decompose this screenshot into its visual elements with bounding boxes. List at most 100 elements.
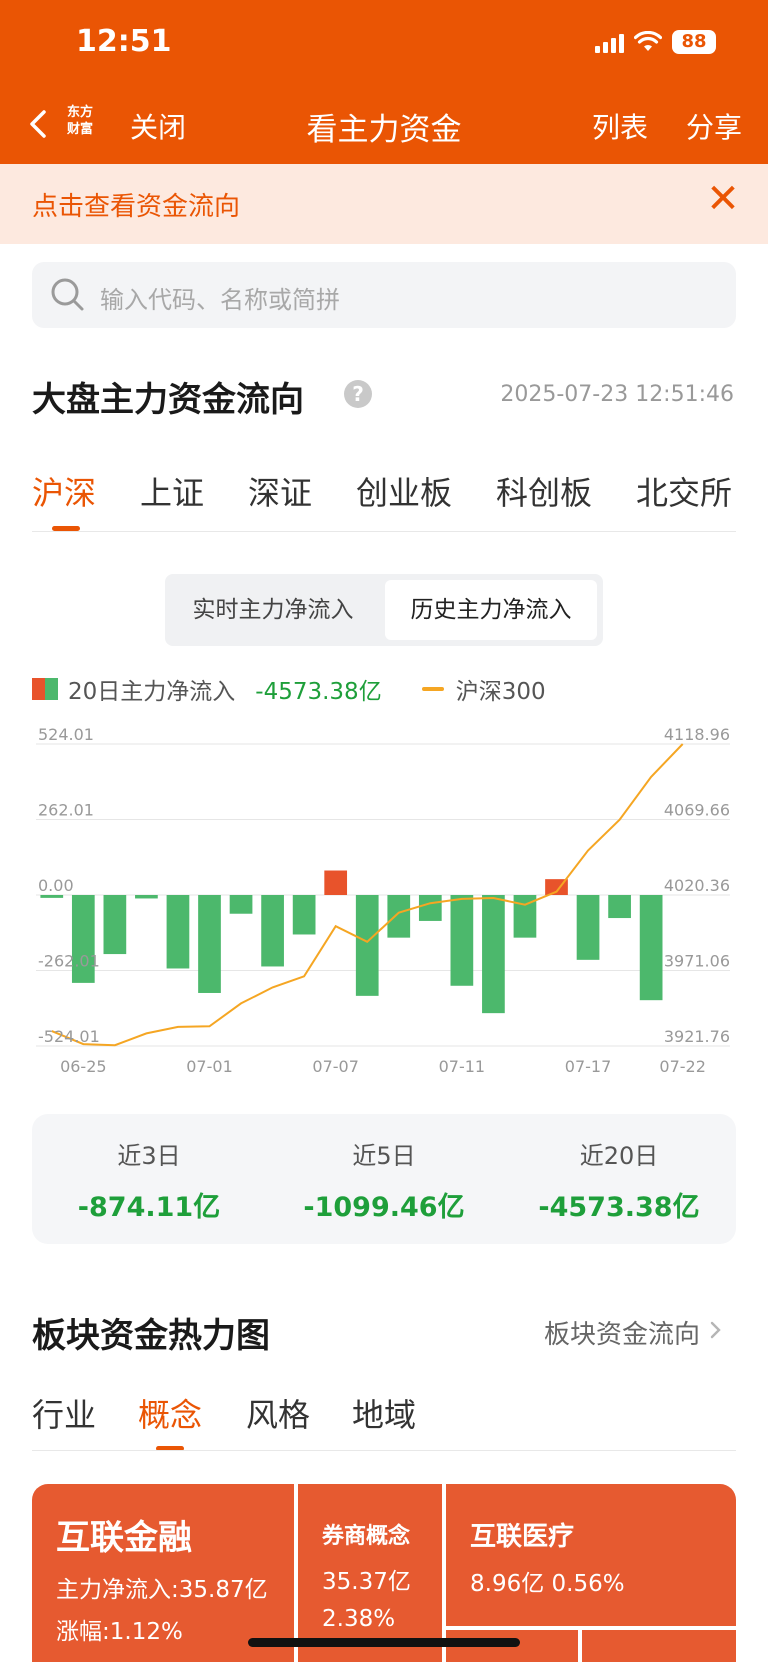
stat-label: 近5日	[352, 1142, 416, 1170]
cell-name: 互联医疗	[470, 1522, 575, 1552]
search-input[interactable]: 输入代码、名称或简拼	[32, 262, 736, 328]
page-title: 看主力资金	[306, 112, 462, 148]
x-tick-label: 07-11	[439, 1057, 486, 1076]
divider	[32, 1450, 736, 1451]
cellular-signal-icon	[595, 31, 624, 53]
cell-name: 互联金融	[56, 1518, 192, 1558]
bar-legend-label: 20日主力净流入	[68, 679, 236, 705]
flow-bar	[261, 895, 284, 967]
period-stats-card: 近3日 -874.11亿 近5日 -1099.46亿 近20日 -4573.38…	[32, 1114, 736, 1244]
nav-bar: 东方 财富 关闭 看主力资金 列表 分享	[0, 96, 768, 152]
x-tick-label: 07-22	[659, 1057, 706, 1076]
tab-shenzheng[interactable]: 深证	[248, 468, 312, 514]
cell-change: 涨幅:1.12%	[56, 1619, 183, 1645]
cell-inflow: 主力净流入:35.87亿	[56, 1577, 268, 1603]
list-button[interactable]: 列表	[592, 106, 648, 146]
app-header: 12:51 88 东方 财富 关闭 看主力资金 列表 分享	[0, 0, 768, 164]
stat-label: 近3日	[117, 1142, 181, 1170]
flow-bar	[387, 895, 411, 938]
market-flow-title: 大盘主力资金流向	[32, 380, 304, 420]
tab-region[interactable]: 地域	[352, 1390, 416, 1436]
bar-legend-value: -4573.38亿	[255, 679, 382, 705]
tab-style[interactable]: 风格	[246, 1390, 310, 1436]
flow-bar	[576, 895, 600, 960]
stat-5day: 近5日 -1099.46亿	[267, 1136, 501, 1224]
home-indicator	[248, 1638, 520, 1647]
sector-heatmap: 互联金融 主力净流入:35.87亿 涨幅:1.12% 券商概念 35.37亿 2…	[32, 1484, 736, 1662]
x-tick-label: 07-17	[565, 1057, 612, 1076]
line-legend-icon	[421, 687, 444, 691]
segment-history[interactable]: 历史主力净流入	[385, 580, 597, 640]
stat-value: -1099.46亿	[303, 1192, 465, 1223]
flow-bar	[608, 895, 631, 919]
cell-change: 2.38%	[322, 1606, 396, 1632]
cell-name: 券商概念	[322, 1524, 411, 1549]
y-right-tick-label: 3921.76	[664, 1027, 730, 1046]
x-tick-label: 06-25	[60, 1057, 107, 1076]
stat-3day: 近3日 -874.11亿	[32, 1136, 266, 1224]
y-left-tick-label: 524.01	[38, 726, 94, 744]
flow-bar	[639, 895, 663, 1001]
heatmap-cell-quanshang[interactable]: 券商概念 35.37亿 2.38%	[298, 1484, 442, 1662]
y-right-tick-label: 4020.36	[664, 876, 730, 895]
stat-20day: 近20日 -4573.38亿	[502, 1136, 736, 1224]
heatmap-cell-hulianyiliao[interactable]: 互联医疗 8.96亿 0.56%	[446, 1484, 736, 1626]
fund-flow-chart[interactable]: 524.01 262.01 0.00 -262.01 -524.01 4118.96 406…	[0, 726, 768, 1086]
y-left-tick-label: 0.00	[38, 876, 74, 895]
bar-legend-icon	[32, 678, 58, 700]
flow-bar	[229, 895, 253, 914]
flow-bar	[418, 895, 442, 921]
share-button[interactable]: 分享	[686, 106, 742, 146]
status-icons: 88	[595, 30, 716, 54]
search-icon	[51, 278, 84, 311]
notice-text[interactable]: 点击查看资金流向	[32, 186, 240, 223]
chevron-right-icon[interactable]	[708, 1318, 724, 1342]
tab-hushen[interactable]: 沪深	[32, 468, 96, 514]
flow-bar	[198, 895, 221, 993]
segment-realtime[interactable]: 实时主力净流入	[171, 580, 375, 640]
stat-label: 近20日	[579, 1142, 659, 1170]
tab-industry[interactable]: 行业	[32, 1390, 96, 1436]
y-right-tick-label: 3971.06	[664, 952, 730, 971]
y-right-tick-label: 4069.66	[664, 801, 730, 820]
cell-inflow: 35.37亿	[322, 1569, 411, 1595]
flow-bar	[355, 895, 379, 996]
divider	[32, 531, 736, 532]
battery-indicator: 88	[672, 30, 716, 54]
close-icon[interactable]: ✕	[706, 179, 740, 219]
sector-flow-link[interactable]: 板块资金流向	[544, 1314, 700, 1351]
update-timestamp: 2025-07-23 12:51:46	[500, 382, 734, 407]
flow-bar	[135, 895, 158, 899]
heatmap-cell[interactable]	[582, 1630, 736, 1662]
notice-banner[interactable]: 点击查看资金流向 ✕	[0, 164, 768, 244]
y-left-tick-label: 262.01	[38, 801, 94, 820]
chart-svg[interactable]: 524.01 262.01 0.00 -262.01 -524.01 4118.96 406…	[0, 726, 768, 1086]
stat-value: -4573.38亿	[538, 1192, 700, 1223]
chart-legend: 20日主力净流入 -4573.38亿 沪深300	[32, 672, 546, 706]
cell-inflow: 8.96亿 0.56%	[470, 1571, 625, 1597]
flow-bar	[450, 895, 474, 986]
heatmap-cell-hulianjinrong[interactable]: 互联金融 主力净流入:35.87亿 涨幅:1.12%	[32, 1484, 294, 1662]
line-legend-label: 沪深300	[455, 679, 546, 705]
market-tabs: 沪深 上证 深证 创业板 科创板 北交所	[0, 468, 768, 532]
sector-heatmap-title: 板块资金热力图	[32, 1316, 270, 1356]
flow-bar	[103, 895, 127, 955]
tab-chuangyeban[interactable]: 创业板	[356, 468, 452, 514]
flow-bar	[40, 895, 64, 898]
tab-concept[interactable]: 概念	[138, 1390, 202, 1436]
tab-shangzheng[interactable]: 上证	[140, 468, 204, 514]
tab-kechuangban[interactable]: 科创板	[496, 468, 592, 514]
y-left-tick-label: -524.01	[38, 1027, 100, 1046]
flow-mode-segmented-control: 实时主力净流入 历史主力净流入	[165, 574, 603, 646]
flow-bar	[482, 895, 505, 1014]
sector-tabs: 行业 概念 风格 地域	[0, 1390, 768, 1451]
y-right-tick-label: 4118.96	[664, 726, 730, 744]
x-tick-label: 07-07	[312, 1057, 359, 1076]
stat-value: -874.11亿	[77, 1192, 221, 1223]
wifi-icon	[634, 31, 662, 51]
flow-bar	[166, 895, 190, 969]
search-placeholder[interactable]: 输入代码、名称或简拼	[100, 280, 340, 315]
tab-beijiaosuo[interactable]: 北交所	[636, 468, 732, 514]
x-tick-label: 07-01	[186, 1057, 233, 1076]
help-icon[interactable]: ?	[344, 380, 372, 408]
